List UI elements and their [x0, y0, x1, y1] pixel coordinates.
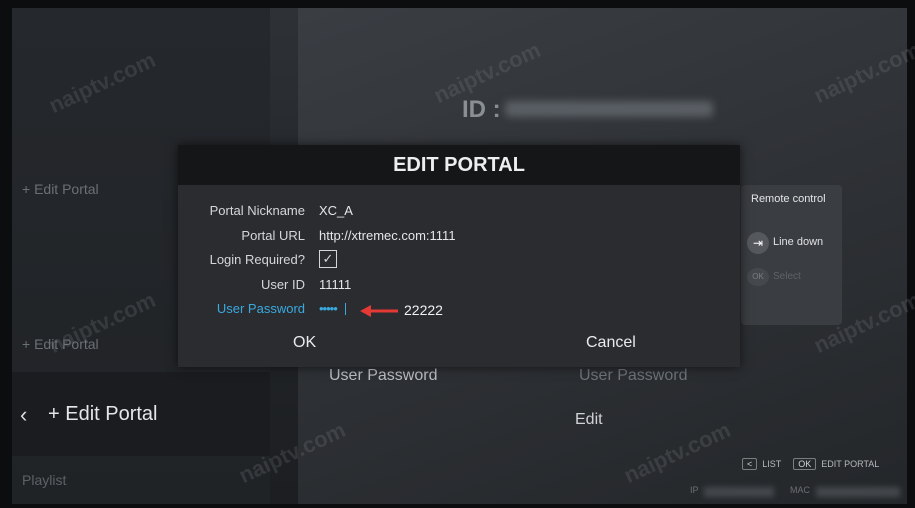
dialog-header: EDIT PORTAL	[178, 145, 740, 185]
cancel-button[interactable]: Cancel	[586, 334, 636, 352]
left-item-edit-portal-1[interactable]: + Edit Portal	[22, 181, 99, 197]
user-password-field[interactable]: •••••	[319, 302, 346, 315]
back-chevron-icon[interactable]: ‹	[20, 402, 27, 428]
user-password-label: User Password	[216, 301, 305, 316]
user-id-label: User ID	[260, 277, 305, 292]
mac-blurred	[816, 487, 900, 497]
portal-url-label: Portal URL	[241, 228, 305, 243]
select-label: Select	[773, 271, 801, 282]
red-arrow-icon	[360, 305, 398, 317]
ok-key-icon: OK	[747, 268, 769, 286]
remote-control-title: Remote control	[751, 193, 826, 205]
device-id-label: ID :	[462, 96, 501, 123]
line-down-key-icon: ⇥	[747, 232, 769, 254]
device-id-blurred	[505, 101, 713, 117]
left-item-playlist[interactable]: Playlist	[22, 472, 66, 488]
left-selected-item[interactable]: ‹ + Edit Portal	[12, 372, 270, 456]
ok-key-footer-icon: OK	[793, 458, 817, 470]
footer-edit-portal-label: EDIT PORTAL	[821, 459, 880, 469]
portal-nickname-field[interactable]: XC_A	[319, 203, 353, 218]
footer-list-label: LIST	[762, 459, 782, 469]
edit-portal-dialog: EDIT PORTAL Portal Nickname XC_A Portal …	[178, 145, 740, 367]
footer-hints: < LIST OK EDIT PORTAL	[742, 458, 879, 470]
remote-control-panel: Remote control ⇥ Line down OK Select	[741, 185, 842, 325]
back-key-icon: <	[742, 458, 758, 470]
line-down-label: Line down	[773, 236, 824, 248]
portal-url-field[interactable]: http://xtremec.com:1111	[319, 228, 456, 243]
bg-user-password-right: User Password	[579, 367, 688, 384]
selected-item-label: + Edit Portal	[48, 403, 158, 425]
bg-edit-button[interactable]: Edit	[575, 411, 603, 429]
ip-label: IP	[690, 485, 699, 495]
dialog-title: EDIT PORTAL	[393, 154, 525, 176]
ok-button[interactable]: OK	[293, 334, 316, 352]
user-id-field[interactable]: 11111	[319, 277, 351, 292]
login-required-checkbox[interactable]: ✓	[319, 250, 337, 268]
ip-blurred	[704, 487, 774, 497]
mac-label: MAC	[790, 485, 810, 495]
login-required-label: Login Required?	[209, 252, 305, 267]
bg-user-password-left: User Password	[329, 367, 438, 384]
password-annotation: 22222	[404, 302, 443, 318]
portal-nickname-label: Portal Nickname	[209, 203, 305, 218]
